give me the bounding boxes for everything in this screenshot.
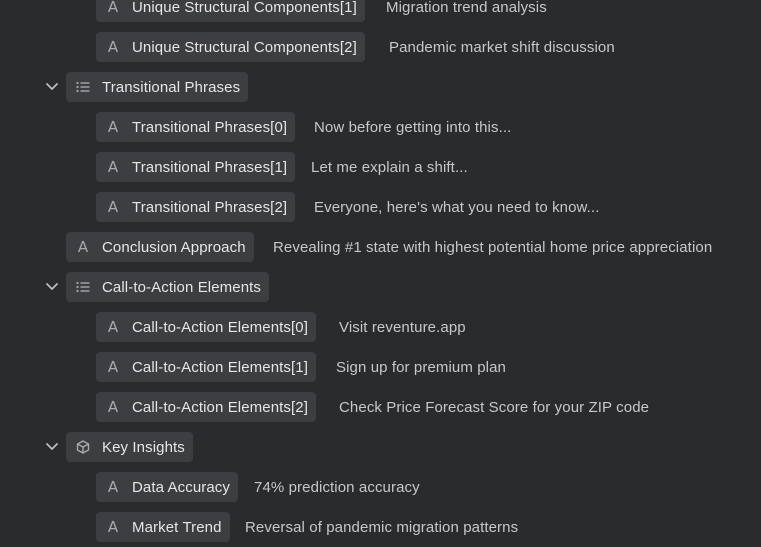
property-key-chip[interactable]: A Data Accuracy bbox=[96, 472, 239, 502]
property-key: Data Accuracy bbox=[132, 478, 231, 496]
property-key-chip[interactable]: A Call-to-Action Elements[0] bbox=[96, 312, 317, 342]
cube-icon bbox=[74, 438, 92, 456]
property-value[interactable]: Let me explain a shift... bbox=[311, 159, 468, 176]
text-type-icon: A bbox=[107, 398, 119, 416]
tree-row: A Unique Structural Components[1] Migrat… bbox=[0, 0, 761, 27]
tree-row: A Unique Structural Components[2] Pandem… bbox=[0, 27, 761, 67]
property-key: Unique Structural Components[2] bbox=[132, 38, 357, 56]
tree-row: A Transitional Phrases[2] Everyone, here… bbox=[0, 187, 761, 227]
tree-row: A Transitional Phrases[1] Let me explain… bbox=[0, 147, 761, 187]
text-type-icon: A bbox=[107, 478, 119, 496]
property-value[interactable]: Visit reventure.app bbox=[339, 319, 466, 336]
text-type-icon: A bbox=[107, 518, 119, 536]
property-key-chip[interactable]: A Transitional Phrases[0] bbox=[96, 112, 296, 142]
property-value[interactable]: Now before getting into this... bbox=[314, 119, 511, 136]
tree-row-group: Call-to-Action Elements bbox=[0, 267, 761, 307]
text-type-icon: A bbox=[107, 158, 119, 176]
text-type-icon: A bbox=[107, 38, 119, 56]
property-key: Conclusion Approach bbox=[102, 238, 246, 256]
property-key: Call-to-Action Elements bbox=[102, 278, 262, 296]
text-type-icon: A bbox=[107, 0, 119, 16]
property-key-chip[interactable]: A Call-to-Action Elements[1] bbox=[96, 352, 317, 382]
tree-row: A Call-to-Action Elements[1] Sign up for… bbox=[0, 347, 761, 387]
text-type-icon: A bbox=[107, 318, 119, 336]
tree-row: A Market Trend Reversal of pandemic migr… bbox=[0, 507, 761, 547]
tree-row-group: Transitional Phrases bbox=[0, 67, 761, 107]
property-key-chip[interactable]: A Call-to-Action Elements[2] bbox=[96, 392, 317, 422]
chevron-down-icon[interactable] bbox=[45, 80, 59, 94]
tree-row: A Call-to-Action Elements[2] Check Price… bbox=[0, 387, 761, 427]
chevron-down-icon[interactable] bbox=[45, 280, 59, 294]
text-type-icon: A bbox=[107, 198, 119, 216]
chevron-down-icon[interactable] bbox=[45, 440, 59, 454]
property-key-chip[interactable]: A Transitional Phrases[2] bbox=[96, 192, 296, 222]
tree-row: A Transitional Phrases[0] Now before get… bbox=[0, 107, 761, 147]
property-value[interactable]: Migration trend analysis bbox=[386, 0, 547, 16]
property-key: Call-to-Action Elements[1] bbox=[132, 358, 309, 376]
property-key: Transitional Phrases[0] bbox=[132, 118, 288, 136]
group-key-chip[interactable]: Call-to-Action Elements bbox=[66, 272, 270, 302]
text-type-icon: A bbox=[77, 238, 89, 256]
property-key: Key Insights bbox=[102, 438, 185, 456]
list-icon bbox=[74, 278, 92, 296]
property-tree: A Unique Structural Components[1] Migrat… bbox=[0, 0, 761, 547]
list-icon bbox=[74, 78, 92, 96]
property-key: Transitional Phrases[2] bbox=[132, 198, 288, 216]
group-key-chip[interactable]: Key Insights bbox=[66, 432, 193, 462]
property-key-chip[interactable]: A Transitional Phrases[1] bbox=[96, 152, 296, 182]
property-value[interactable]: Everyone, here's what you need to know..… bbox=[314, 199, 599, 216]
text-type-icon: A bbox=[107, 118, 119, 136]
tree-row: A Conclusion Approach Revealing #1 state… bbox=[0, 227, 761, 267]
property-value[interactable]: Sign up for premium plan bbox=[336, 359, 506, 376]
group-key-chip[interactable]: Transitional Phrases bbox=[66, 72, 249, 102]
text-type-icon: A bbox=[107, 358, 119, 376]
property-key: Market Trend bbox=[132, 518, 222, 536]
property-value[interactable]: 74% prediction accuracy bbox=[254, 479, 420, 496]
tree-row-group: Key Insights bbox=[0, 427, 761, 467]
property-key: Unique Structural Components[1] bbox=[132, 0, 357, 16]
property-key: Transitional Phrases[1] bbox=[132, 158, 288, 176]
property-key: Transitional Phrases bbox=[102, 78, 241, 96]
property-key-chip[interactable]: A Unique Structural Components[1] bbox=[96, 0, 365, 22]
property-key: Call-to-Action Elements[0] bbox=[132, 318, 309, 336]
tree-row: A Data Accuracy 74% prediction accuracy bbox=[0, 467, 761, 507]
property-value[interactable]: Check Price Forecast Score for your ZIP … bbox=[339, 399, 649, 416]
property-key-chip[interactable]: A Unique Structural Components[2] bbox=[96, 32, 365, 62]
property-value[interactable]: Revealing #1 state with highest potentia… bbox=[273, 239, 712, 256]
tree-row: A Call-to-Action Elements[0] Visit reven… bbox=[0, 307, 761, 347]
property-value[interactable]: Reversal of pandemic migration patterns bbox=[245, 519, 518, 536]
property-key-chip[interactable]: A Conclusion Approach bbox=[66, 232, 254, 262]
property-value[interactable]: Pandemic market shift discussion bbox=[389, 39, 615, 56]
property-key-chip[interactable]: A Market Trend bbox=[96, 512, 230, 542]
property-key: Call-to-Action Elements[2] bbox=[132, 398, 309, 416]
